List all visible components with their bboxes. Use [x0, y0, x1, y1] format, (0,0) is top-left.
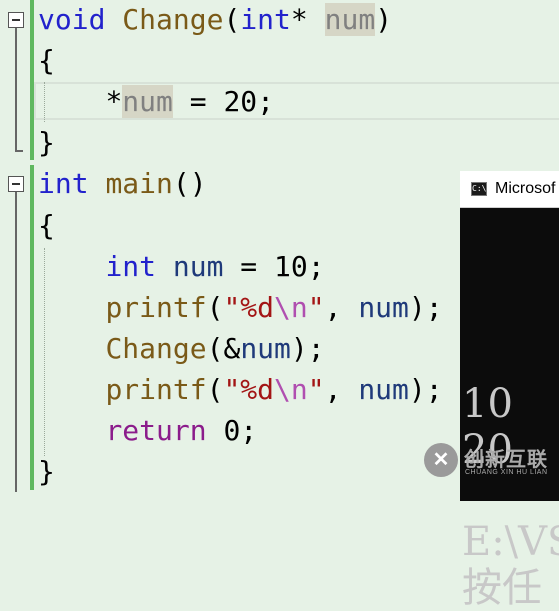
- code-line[interactable]: Change(&num);: [38, 329, 325, 369]
- code-token: Change: [105, 332, 207, 365]
- code-token: printf: [105, 291, 207, 324]
- code-token: (: [206, 373, 224, 406]
- code-token: ": [307, 291, 325, 324]
- code-token: return: [105, 414, 207, 447]
- code-token: (&: [206, 332, 241, 365]
- console-output-line: 10: [462, 381, 513, 427]
- fold-line: [15, 28, 17, 150]
- code-token: (): [172, 167, 207, 200]
- console-output-line: E:\VS: [462, 519, 559, 565]
- code-line[interactable]: }: [38, 452, 55, 492]
- code-token: {: [38, 209, 55, 242]
- code-token: ,: [324, 291, 359, 324]
- code-token: (: [206, 291, 224, 324]
- code-token: num: [122, 85, 173, 118]
- code-token: = 20;: [172, 85, 275, 118]
- code-line[interactable]: {: [38, 206, 55, 246]
- console-title: Microsof: [495, 180, 556, 197]
- code-token: }: [38, 126, 55, 159]
- code-line[interactable]: return 0;: [38, 411, 257, 451]
- code-token: "%d: [223, 291, 275, 324]
- code-line[interactable]: {: [38, 41, 55, 81]
- code-token: *: [105, 85, 123, 118]
- watermark-logo: ✕: [424, 443, 458, 477]
- editor-margin: [0, 0, 34, 490]
- code-token: \n: [274, 373, 308, 406]
- code-line[interactable]: printf("%d\n", num);: [38, 288, 443, 328]
- code-token: int: [105, 250, 157, 283]
- code-token: *: [290, 3, 325, 36]
- code-token: Change: [122, 3, 224, 36]
- code-token: }: [38, 455, 55, 488]
- code-token: {: [38, 44, 55, 77]
- collapse-icon[interactable]: [8, 176, 24, 192]
- code-token: num: [172, 250, 224, 283]
- fold-line: [15, 192, 17, 492]
- code-line[interactable]: int num = 10;: [38, 247, 325, 287]
- change-bar: [30, 165, 34, 490]
- code-token: int: [240, 3, 291, 36]
- code-token: ": [307, 373, 325, 406]
- code-line[interactable]: }: [38, 123, 55, 163]
- code-token: (: [223, 3, 241, 36]
- watermark-name: 创新互联: [464, 447, 548, 471]
- code-token: num: [358, 291, 409, 324]
- code-line[interactable]: printf("%d\n", num);: [38, 370, 443, 410]
- console-icon: C:\: [471, 182, 487, 196]
- watermark-subtitle: CHUANG XIN HU LIAN: [465, 469, 548, 476]
- collapse-icon[interactable]: [8, 12, 24, 28]
- code-token: num: [358, 373, 409, 406]
- code-token: ,: [324, 373, 359, 406]
- code-token: printf: [105, 373, 207, 406]
- code-token: main: [105, 167, 173, 200]
- code-token: \n: [274, 291, 308, 324]
- console-output-line: 按任: [462, 565, 542, 611]
- code-line[interactable]: int main(): [38, 164, 207, 204]
- code-token: void: [38, 3, 106, 36]
- code-token: num: [240, 332, 291, 365]
- code-token: );: [408, 291, 443, 324]
- code-token: ): [375, 3, 393, 36]
- code-token: "%d: [223, 373, 275, 406]
- fold-end: [15, 150, 23, 152]
- code-line[interactable]: void Change(int* num): [38, 0, 392, 40]
- code-line[interactable]: *num = 20;: [38, 82, 274, 122]
- code-token: num: [324, 3, 376, 36]
- watermark: ✕ 创新互联 CHUANG XIN HU LIAN: [424, 441, 559, 485]
- code-token: );: [290, 332, 325, 365]
- console-titlebar[interactable]: C:\ Microsof: [460, 171, 559, 208]
- code-token: = 10;: [223, 250, 325, 283]
- code-token: int: [38, 167, 89, 200]
- code-token: );: [408, 373, 443, 406]
- change-bar: [30, 0, 34, 160]
- code-token: 0;: [206, 414, 258, 447]
